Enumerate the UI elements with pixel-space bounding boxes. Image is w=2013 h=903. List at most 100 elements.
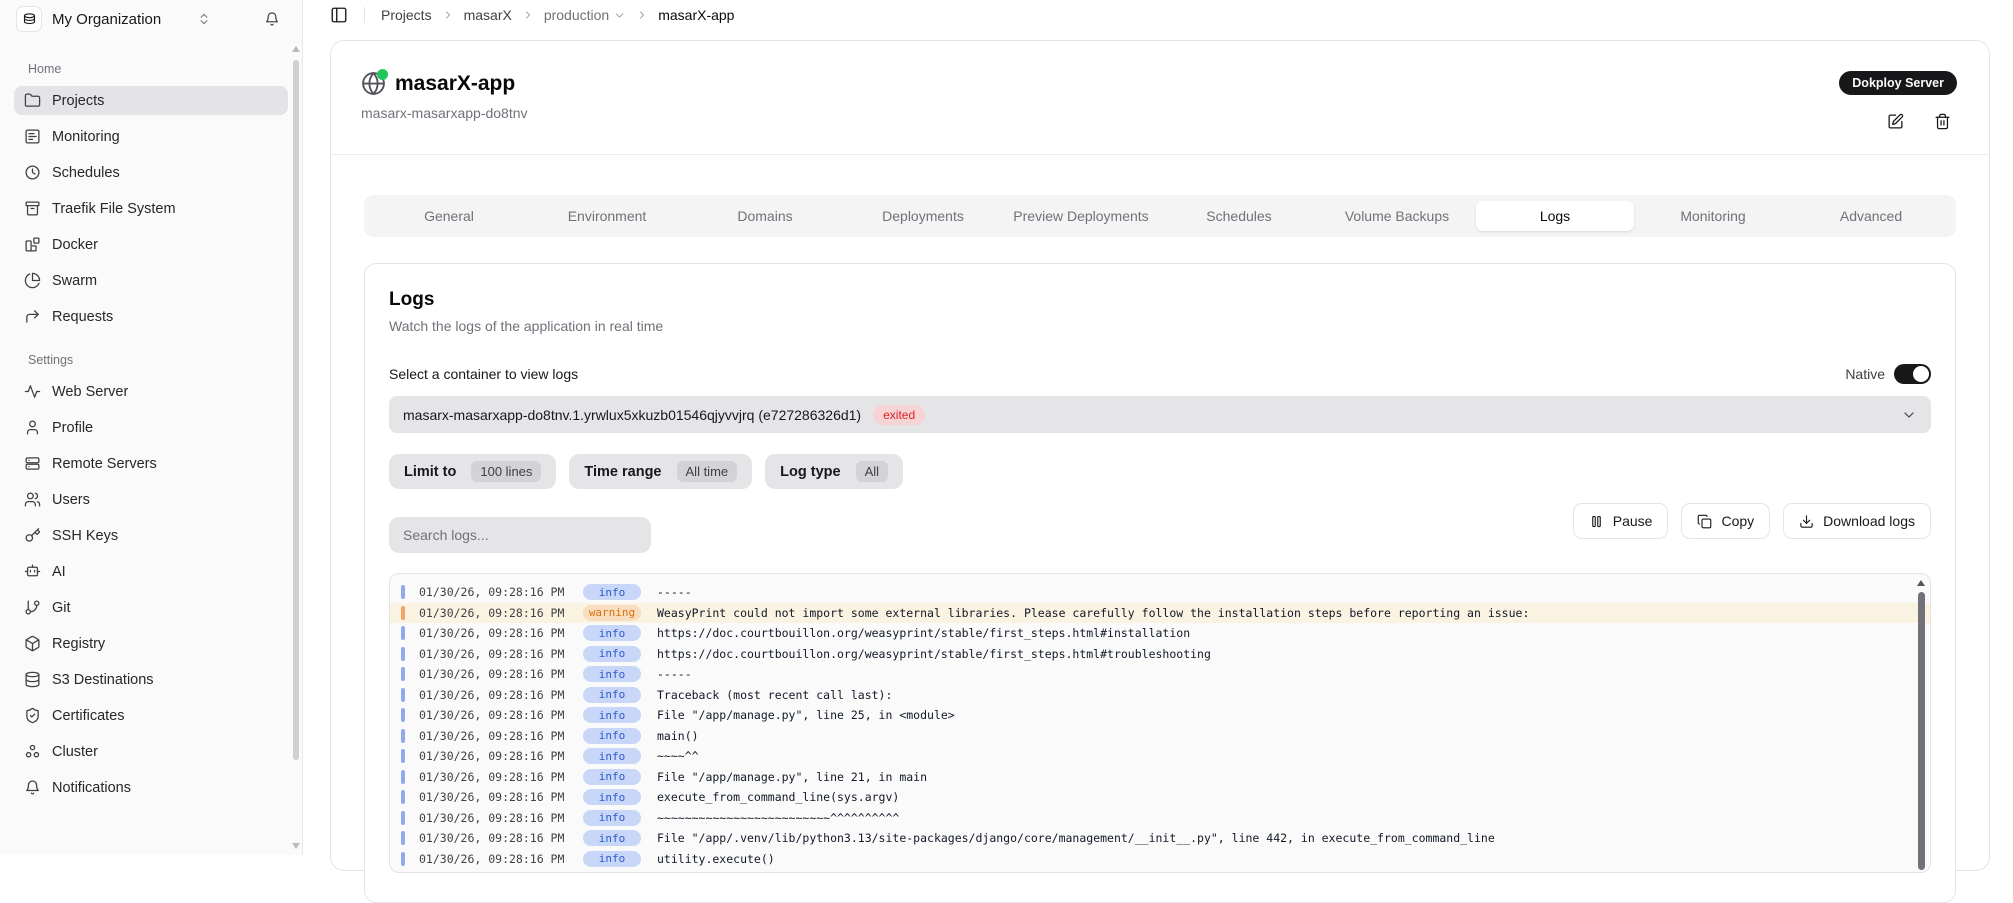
- sidebar-item-label: Requests: [52, 309, 113, 325]
- log-scroll-up-icon[interactable]: [1917, 580, 1925, 586]
- org-switcher[interactable]: My Organization: [0, 0, 302, 32]
- sidebar-item-schedules[interactable]: Schedules: [14, 158, 288, 187]
- container-select-value: masarx-masarxapp-do8tnv.1.yrwlux5xkuzb01…: [403, 407, 861, 423]
- filter-log-type[interactable]: Log typeAll: [765, 454, 903, 489]
- sidebar-item-remote-servers[interactable]: Remote Servers: [14, 449, 288, 478]
- monitor-panel-icon: [24, 128, 41, 145]
- log-timestamp: 01/30/26, 09:28:16 PM: [419, 667, 579, 681]
- app-title: masarX-app: [395, 72, 515, 96]
- tab-deployments[interactable]: Deployments: [844, 201, 1002, 231]
- log-timestamp: 01/30/26, 09:28:16 PM: [419, 585, 579, 599]
- sidebar-item-git[interactable]: Git: [14, 593, 288, 622]
- logs-title: Logs: [389, 289, 1931, 311]
- sidebar-item-traefik-file-system[interactable]: Traefik File System: [14, 194, 288, 223]
- log-scrollbar-thumb[interactable]: [1918, 592, 1925, 870]
- log-scrollbar[interactable]: [1917, 578, 1926, 872]
- sidebar-item-certificates[interactable]: Certificates: [14, 701, 288, 730]
- activity-icon: [24, 383, 41, 400]
- chevron-right-icon: [636, 9, 648, 21]
- log-timestamp: 01/30/26, 09:28:16 PM: [419, 626, 579, 640]
- tab-preview-deployments[interactable]: Preview Deployments: [1002, 201, 1160, 231]
- sidebar-item-notifications[interactable]: Notifications: [14, 773, 288, 802]
- tab-advanced[interactable]: Advanced: [1792, 201, 1950, 231]
- sidebar-item-ssh-keys[interactable]: SSH Keys: [14, 521, 288, 550]
- breadcrumb-item-production[interactable]: production: [544, 7, 626, 23]
- panel-left-icon[interactable]: [330, 6, 348, 24]
- sidebar-item-label: Monitoring: [52, 129, 120, 145]
- sidebar-item-label: Cluster: [52, 744, 98, 760]
- search-input[interactable]: [389, 517, 651, 553]
- scroll-up-arrow-icon[interactable]: [292, 46, 300, 52]
- sidebar-scrollbar-thumb[interactable]: [293, 60, 299, 760]
- archive-icon: [24, 200, 41, 217]
- sidebar-item-swarm[interactable]: Swarm: [14, 266, 288, 295]
- copy-button[interactable]: Copy: [1681, 503, 1770, 539]
- container-select[interactable]: masarx-masarxapp-do8tnv.1.yrwlux5xkuzb01…: [389, 396, 1931, 433]
- native-toggle[interactable]: [1894, 364, 1931, 384]
- log-level-badge: info: [583, 666, 641, 682]
- chevron-down-icon: [1901, 407, 1917, 423]
- download-logs-button[interactable]: Download logs: [1783, 503, 1931, 539]
- native-toggle-label: Native: [1845, 366, 1885, 382]
- sidebar-item-monitoring[interactable]: Monitoring: [14, 122, 288, 151]
- users-icon: [24, 491, 41, 508]
- log-level-accent: [401, 708, 405, 722]
- sidebar-item-web-server[interactable]: Web Server: [14, 377, 288, 406]
- log-line: 01/30/26, 09:28:16 PMinfohttps://doc.cou…: [390, 623, 1930, 644]
- trash-icon[interactable]: [1934, 113, 1951, 130]
- sidebar-item-profile[interactable]: Profile: [14, 413, 288, 442]
- application-card: masarX-app masarx-masarxapp-do8tnv Dokpl…: [330, 40, 1990, 871]
- log-line: 01/30/26, 09:28:16 PMinfomain(): [390, 726, 1930, 747]
- tab-volume-backups[interactable]: Volume Backups: [1318, 201, 1476, 231]
- log-line: 01/30/26, 09:28:16 PMinfoFile "/app/mana…: [390, 705, 1930, 726]
- filter-limit-to[interactable]: Limit to100 lines: [389, 454, 556, 489]
- log-level-badge: info: [583, 728, 641, 744]
- scroll-down-arrow-icon[interactable]: [292, 843, 300, 849]
- action-button-label: Copy: [1721, 513, 1754, 529]
- log-line: 01/30/26, 09:28:16 PMinfoTraceback (most…: [390, 685, 1930, 706]
- tab-schedules[interactable]: Schedules: [1160, 201, 1318, 231]
- log-message: ~~~~^^: [657, 749, 699, 763]
- sidebar-item-ai[interactable]: AI: [14, 557, 288, 586]
- filter-time-range[interactable]: Time rangeAll time: [569, 454, 752, 489]
- sidebar-item-requests[interactable]: Requests: [14, 302, 288, 331]
- sidebar-item-s3-destinations[interactable]: S3 Destinations: [14, 665, 288, 694]
- edit-icon[interactable]: [1887, 113, 1904, 130]
- log-message: File "/app/manage.py", line 21, in main: [657, 770, 927, 784]
- sidebar-item-cluster[interactable]: Cluster: [14, 737, 288, 766]
- bell-icon[interactable]: [264, 11, 280, 27]
- sidebar-item-projects[interactable]: Projects: [14, 86, 288, 115]
- sidebar-item-label: Docker: [52, 237, 98, 253]
- sidebar-item-registry[interactable]: Registry: [14, 629, 288, 658]
- log-actions: Pause Copy Download logs: [1573, 503, 1931, 539]
- log-level-accent: [401, 831, 405, 845]
- log-line: 01/30/26, 09:28:16 PMinfoFile "/app/mana…: [390, 767, 1930, 788]
- log-level-accent: [401, 585, 405, 599]
- tab-domains[interactable]: Domains: [686, 201, 844, 231]
- tab-logs[interactable]: Logs: [1476, 201, 1634, 231]
- sidebar-item-label: Notifications: [52, 780, 131, 796]
- sidebar-item-users[interactable]: Users: [14, 485, 288, 514]
- chevrons-up-down-icon[interactable]: [197, 12, 211, 26]
- sidebar-item-docker[interactable]: Docker: [14, 230, 288, 259]
- log-timestamp: 01/30/26, 09:28:16 PM: [419, 708, 579, 722]
- filter-value-badge: All: [856, 461, 888, 482]
- blocks-icon: [24, 236, 41, 253]
- tab-general[interactable]: General: [370, 201, 528, 231]
- download-icon: [1799, 514, 1814, 529]
- log-message: File "/app/.venv/lib/python3.13/site-pac…: [657, 831, 1495, 845]
- log-message: -----: [657, 667, 692, 681]
- breadcrumb-item-projects[interactable]: Projects: [381, 7, 432, 23]
- tab-monitoring[interactable]: Monitoring: [1634, 201, 1792, 231]
- pause-button[interactable]: Pause: [1573, 503, 1669, 539]
- breadcrumb-item-masarx[interactable]: masarX: [464, 7, 512, 23]
- logs-description: Watch the logs of the application in rea…: [389, 318, 1931, 334]
- tab-environment[interactable]: Environment: [528, 201, 686, 231]
- log-level-accent: [401, 688, 405, 702]
- breadcrumb-item-label: Projects: [381, 7, 432, 23]
- log-level-accent: [401, 647, 405, 661]
- filters-row: Limit to100 lines Time rangeAll time Log t…: [389, 454, 1931, 489]
- sidebar-scrollbar[interactable]: [292, 44, 300, 851]
- log-timestamp: 01/30/26, 09:28:16 PM: [419, 770, 579, 784]
- status-dot: [377, 69, 388, 80]
